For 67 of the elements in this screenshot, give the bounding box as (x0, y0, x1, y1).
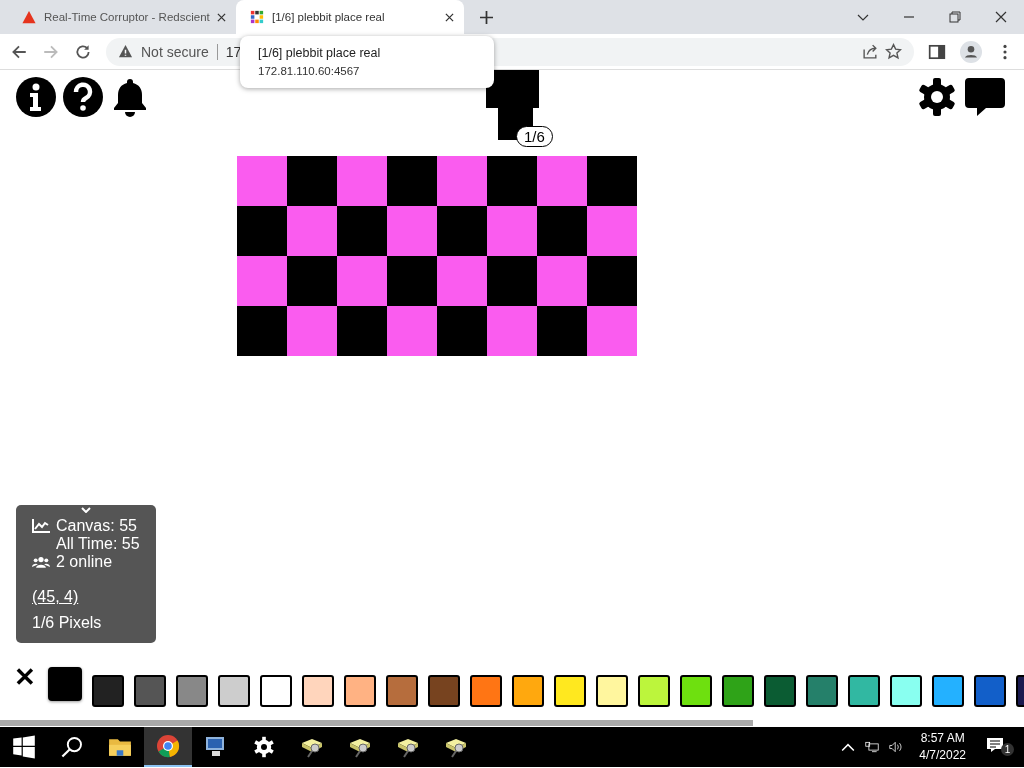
color-swatch[interactable] (974, 675, 1006, 707)
color-swatch[interactable] (848, 675, 880, 707)
users-icon (32, 555, 50, 569)
chat-icon[interactable] (964, 77, 1006, 117)
color-swatch[interactable] (722, 675, 754, 707)
warning-triangle-icon (22, 10, 36, 24)
color-swatch[interactable] (302, 675, 334, 707)
pixels-remaining: 1/6 Pixels (32, 614, 103, 632)
online-count: 2 online (56, 553, 113, 571)
color-swatch[interactable] (806, 675, 838, 707)
clock-date[interactable]: 4/7/2022 (919, 747, 966, 764)
color-swatch[interactable] (596, 675, 628, 707)
color-swatch[interactable] (638, 675, 670, 707)
browser-tab[interactable]: [1/6] plebbit place real (236, 0, 464, 34)
warning-icon (118, 44, 133, 59)
color-swatch[interactable] (218, 675, 250, 707)
color-swatch[interactable] (176, 675, 208, 707)
reload-icon[interactable] (74, 42, 92, 61)
all-time-count: All Time: 55 (56, 535, 140, 553)
color-swatch[interactable] (470, 675, 502, 707)
profile-icon[interactable] (960, 40, 982, 63)
color-swatch[interactable] (48, 667, 82, 701)
coordinates-link[interactable]: (45, 4) (32, 588, 79, 606)
color-swatch[interactable] (512, 675, 544, 707)
address-text: 17 (225, 43, 242, 60)
clock-time[interactable]: 8:57 AM (920, 730, 965, 747)
grid-logo-icon (250, 10, 264, 24)
tab-title: [1/6] plebbit place real (272, 11, 386, 23)
browser-tab[interactable]: Real-Time Corruptor - Redscient (8, 0, 236, 34)
chart-icon (32, 519, 50, 533)
close-palette-button[interactable]: ✕ (14, 665, 38, 689)
settings-icon[interactable] (917, 77, 957, 117)
speaker-icon[interactable] (889, 741, 904, 753)
tooltip-url: 172.81.110.60:4567 (258, 65, 361, 77)
close-icon[interactable] (445, 12, 454, 22)
network-icon[interactable] (865, 741, 880, 753)
tab-title: Real-Time Corruptor - Redscient (44, 11, 211, 23)
chevron-up-icon[interactable] (841, 741, 856, 753)
help-icon[interactable] (63, 77, 103, 117)
color-swatch[interactable] (890, 675, 922, 707)
star-icon[interactable] (885, 43, 902, 60)
color-swatch[interactable] (344, 675, 376, 707)
chevron-down-icon[interactable] (81, 507, 91, 513)
security-label: Not secure (141, 43, 209, 60)
new-tab-icon[interactable] (480, 10, 493, 24)
color-swatch[interactable] (764, 675, 796, 707)
color-swatch[interactable] (680, 675, 712, 707)
scrollbar[interactable] (0, 720, 753, 726)
color-swatch[interactable] (932, 675, 964, 707)
color-swatch[interactable] (386, 675, 418, 707)
share-icon[interactable] (862, 43, 879, 60)
notification-icon[interactable] (986, 737, 1004, 753)
side-panel-icon[interactable] (928, 42, 946, 61)
pixel-count-badge: 1/6 (516, 126, 553, 147)
close-icon[interactable] (995, 11, 1007, 23)
info-icon[interactable] (16, 77, 56, 117)
bell-icon[interactable] (112, 77, 148, 117)
color-swatch[interactable] (134, 675, 166, 707)
tooltip-title: [1/6] plebbit place real (258, 46, 382, 60)
canvas-count: Canvas: 55 (56, 517, 137, 535)
color-swatch[interactable] (428, 675, 460, 707)
color-swatch[interactable] (554, 675, 586, 707)
notification-count: 1 (1001, 743, 1014, 756)
color-swatch[interactable] (92, 675, 124, 707)
color-swatch[interactable] (260, 675, 292, 707)
restore-icon[interactable] (949, 11, 961, 23)
close-icon[interactable] (217, 12, 226, 22)
